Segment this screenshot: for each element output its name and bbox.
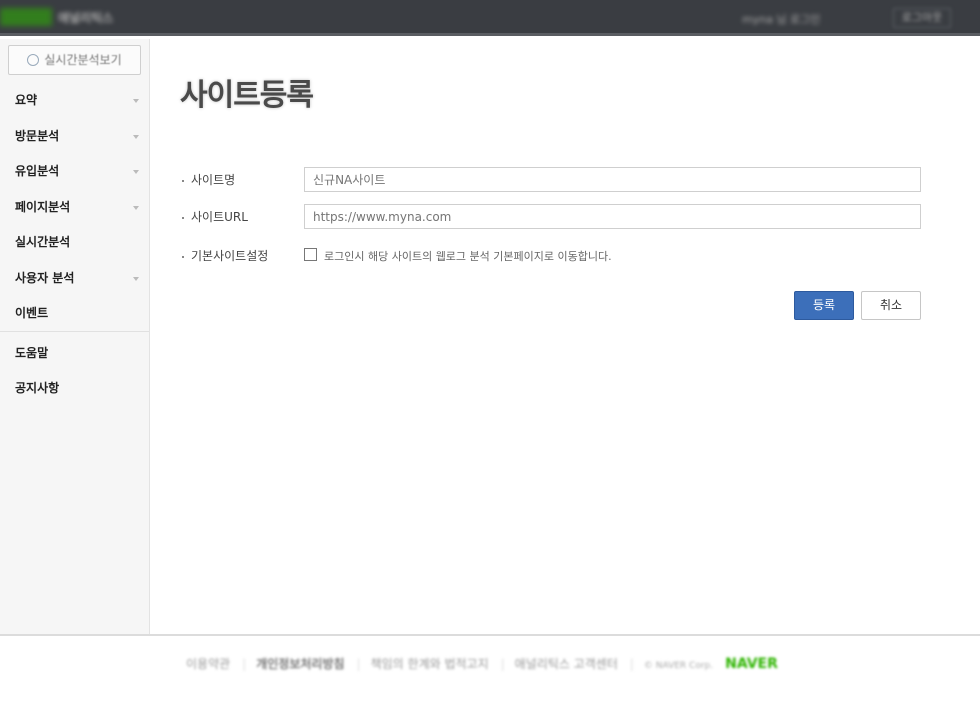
footer-divider bbox=[0, 634, 980, 636]
sidebar-divider bbox=[0, 331, 149, 332]
sidebar-item-help[interactable]: 도움말 bbox=[0, 336, 149, 371]
sidebar-item-label: 실시간분석 bbox=[15, 235, 71, 249]
site-url-label: 사이트URL bbox=[182, 208, 248, 225]
footer-separator: | bbox=[629, 657, 634, 671]
site-name-label: 사이트명 bbox=[182, 171, 235, 188]
sidebar-item-page-analysis[interactable]: 페이지분석 bbox=[0, 190, 149, 226]
realtime-analysis-label: 실시간분석보기 bbox=[44, 53, 122, 67]
bullet-icon bbox=[182, 216, 184, 219]
bullet-icon bbox=[182, 255, 184, 258]
sidebar-support-menu: 도움말 공지사항 bbox=[0, 336, 149, 406]
sidebar-item-label: 페이지분석 bbox=[15, 199, 71, 214]
chevron-down-icon bbox=[133, 99, 139, 103]
footer: 이용약관 | 개인정보처리방침 | 책임의 한계와 법적고지 | 애널리틱스 고객센터 | © … bbox=[186, 655, 790, 672]
realtime-analysis-button[interactable]: 실시간분석보기 bbox=[8, 45, 141, 75]
bullet-icon bbox=[182, 179, 184, 182]
sidebar-item-label: 이벤트 bbox=[15, 306, 49, 320]
sidebar-item-inflow-analysis[interactable]: 유입분석 bbox=[0, 154, 149, 190]
site-url-label-text: 사이트URL bbox=[191, 210, 248, 224]
sidebar-item-notice[interactable]: 공지사항 bbox=[0, 371, 149, 406]
clock-icon bbox=[27, 54, 40, 66]
chevron-down-icon bbox=[133, 205, 139, 210]
service-name[interactable]: 애널리틱스 bbox=[58, 9, 113, 26]
top-bar: 애널리틱스 myna 님 로그인 로그아웃 bbox=[0, 0, 980, 36]
logout-button[interactable]: 로그아웃 bbox=[893, 8, 951, 28]
chevron-down-icon bbox=[133, 170, 139, 174]
default-site-description: 로그인시 해당 사이트의 웹로그 분석 기본페이지로 이동합니다. bbox=[324, 250, 612, 263]
sidebar-item-user-analysis[interactable]: 사용자 분석 bbox=[0, 261, 149, 297]
sidebar-item-label: 사용자 분석 bbox=[15, 270, 75, 285]
footer-separator: | bbox=[242, 657, 247, 671]
footer-naver-logo[interactable]: NAVER bbox=[725, 656, 778, 672]
footer-disclaimer-link[interactable]: 책임의 한계와 법적고지 bbox=[371, 657, 489, 671]
sidebar-item-realtime-analysis[interactable]: 실시간분석 bbox=[0, 225, 149, 261]
default-site-checkbox[interactable] bbox=[304, 248, 317, 261]
sidebar-item-label: 방문분석 bbox=[15, 128, 60, 143]
site-name-input[interactable] bbox=[304, 167, 921, 192]
chevron-down-icon bbox=[133, 276, 139, 281]
default-site-label: 기본사이트설정 bbox=[182, 247, 268, 264]
naver-logo[interactable] bbox=[0, 8, 52, 26]
sidebar-item-event[interactable]: 이벤트 bbox=[0, 296, 149, 332]
footer-support-link[interactable]: 애널리틱스 고객센터 bbox=[515, 657, 618, 671]
footer-copyright: © NAVER Corp. bbox=[643, 661, 714, 671]
sidebar-item-visit-analysis[interactable]: 방문분석 bbox=[0, 119, 149, 155]
footer-terms-link[interactable]: 이용약관 bbox=[186, 657, 230, 671]
default-site-label-text: 기본사이트설정 bbox=[191, 249, 269, 263]
sidebar-item-label: 유입분석 bbox=[15, 164, 60, 178]
footer-separator: | bbox=[500, 657, 505, 671]
sidebar: 실시간분석보기 요약 방문분석 유입분석 페이지분석 실시간분석 사용자 분석 … bbox=[0, 39, 150, 634]
sidebar-menu: 요약 방문분석 유입분석 페이지분석 실시간분석 사용자 분석 이벤트 bbox=[0, 83, 149, 332]
sidebar-item-label: 요약 bbox=[15, 93, 38, 107]
page-title: 사이트등록 bbox=[180, 78, 314, 113]
site-name-label-text: 사이트명 bbox=[191, 173, 236, 187]
footer-separator: | bbox=[356, 657, 361, 671]
sidebar-item-summary[interactable]: 요약 bbox=[0, 83, 149, 119]
chevron-down-icon bbox=[133, 134, 139, 139]
footer-privacy-link[interactable]: 개인정보처리방침 bbox=[256, 657, 344, 671]
cancel-button[interactable]: 취소 bbox=[861, 291, 921, 320]
user-info: myna 님 로그인 bbox=[742, 13, 821, 26]
site-url-input[interactable] bbox=[304, 204, 921, 229]
register-button[interactable]: 등록 bbox=[794, 291, 854, 320]
